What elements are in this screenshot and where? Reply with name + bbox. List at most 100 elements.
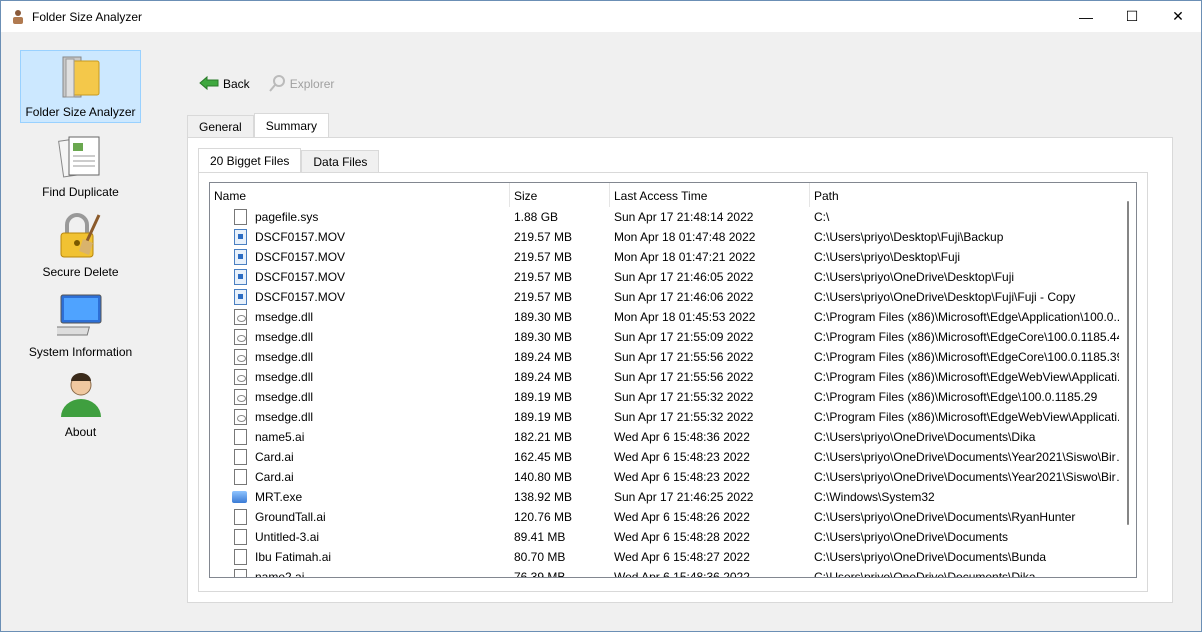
sidebar-item-label: About: [64, 425, 97, 439]
file-path: C:\: [814, 210, 830, 224]
file-path: C:\Program Files (x86)\Microsoft\Edge\10…: [814, 390, 1098, 404]
last-access-time: Sun Apr 17 21:55:32 2022: [614, 390, 754, 404]
file-name: Card.ai: [255, 450, 294, 464]
file-name: pagefile.sys: [255, 210, 319, 224]
table-row[interactable]: msedge.dll 189.24 MB Sun Apr 17 21:55:56 2…: [210, 367, 1136, 387]
file-name-cell: Card.ai: [210, 469, 510, 485]
sidebar-item-folder-size-analyzer[interactable]: Folder Size Analyzer: [20, 50, 141, 123]
file-name: MRT.exe: [255, 490, 303, 504]
window-title: Folder Size Analyzer: [32, 9, 143, 24]
vertical-scrollbar[interactable]: [1119, 183, 1136, 577]
file-name-cell: DSCF0157.MOV: [210, 229, 510, 245]
table-row[interactable]: DSCF0157.MOV 219.57 MB Sun Apr 17 21:46:06…: [210, 287, 1136, 307]
sidebar-item-find-duplicate[interactable]: Find Duplicate: [20, 129, 141, 202]
sidebar-item-label: Folder Size Analyzer: [25, 105, 136, 119]
table-row[interactable]: Untitled-3.ai 89.41 MB Wed Apr 6 15:48:28 …: [210, 527, 1136, 547]
file-size: 189.30 MB: [514, 310, 573, 324]
dll-file-icon: [234, 329, 247, 345]
sidebar-item-secure-delete[interactable]: Secure Delete: [20, 209, 141, 282]
file-name: DSCF0157.MOV: [255, 250, 346, 264]
file-size: 189.30 MB: [514, 330, 573, 344]
table-row[interactable]: name2.ai 76.39 MB Wed Apr 6 15:48:36 2022 C…: [210, 567, 1136, 577]
last-access-time: Sun Apr 17 21:55:56 2022: [614, 370, 754, 384]
file-name-cell: DSCF0157.MOV: [210, 289, 510, 305]
file-name-cell: MRT.exe: [210, 489, 510, 505]
files-list[interactable]: Name Size Last Access Time Path pagefile…: [209, 182, 1137, 578]
file-size: 189.24 MB: [514, 350, 573, 364]
table-row[interactable]: Card.ai 162.45 MB Wed Apr 6 15:48:23 2022 C…: [210, 447, 1136, 467]
last-access-time: Sun Apr 17 21:55:56 2022: [614, 350, 754, 364]
last-access-time: Wed Apr 6 15:48:36 2022: [614, 430, 750, 444]
sidebar-item-system-information[interactable]: System Information: [20, 289, 141, 362]
table-row[interactable]: DSCF0157.MOV 219.57 MB Mon Apr 18 01:47:21…: [210, 247, 1136, 267]
table-row[interactable]: msedge.dll 189.30 MB Mon Apr 18 01:45:53 2…: [210, 307, 1136, 327]
scrollbar-thumb[interactable]: [1127, 201, 1129, 525]
file-name-cell: msedge.dll: [210, 389, 510, 405]
file-size: 80.70 MB: [514, 550, 566, 564]
file-name-cell: GroundTall.ai: [210, 509, 510, 525]
explorer-icon: [268, 74, 286, 95]
dll-file-icon: [234, 349, 247, 365]
sidebar-item-label: Secure Delete: [42, 265, 119, 279]
table-row[interactable]: msedge.dll 189.24 MB Sun Apr 17 21:55:56 2…: [210, 347, 1136, 367]
table-row[interactable]: MRT.exe 138.92 MB Sun Apr 17 21:46:25 2022…: [210, 487, 1136, 507]
file-path: C:\Program Files (x86)\Microsoft\EdgeCor…: [814, 330, 1124, 344]
maximize-icon: ☐: [1125, 8, 1139, 24]
sidebar-item-about[interactable]: About: [20, 369, 141, 442]
table-row[interactable]: GroundTall.ai 120.76 MB Wed Apr 6 15:48:26…: [210, 507, 1136, 527]
file-path: C:\Users\priyo\OneDrive\Desktop\Fuji\Fuj…: [814, 290, 1076, 304]
file-name: DSCF0157.MOV: [255, 290, 346, 304]
table-row[interactable]: Ibu Fatimah.ai 80.70 MB Wed Apr 6 15:48:27…: [210, 547, 1136, 567]
file-path: C:\Users\priyo\OneDrive\Documents\Dika: [814, 570, 1036, 577]
table-row[interactable]: msedge.dll 189.19 MB Sun Apr 17 21:55:32 2…: [210, 407, 1136, 427]
back-button[interactable]: Back: [199, 75, 250, 94]
column-header-name[interactable]: Name: [210, 183, 510, 207]
toolbar: Back Explorer: [199, 72, 334, 96]
close-button[interactable]: ✕: [1155, 1, 1201, 32]
ai-file-icon: [234, 429, 247, 445]
tab-data-files[interactable]: Data Files: [301, 150, 380, 172]
ai-file-icon: [234, 529, 247, 545]
back-arrow-icon: [199, 75, 219, 94]
table-row[interactable]: DSCF0157.MOV 219.57 MB Mon Apr 18 01:47:48…: [210, 227, 1136, 247]
table-row[interactable]: msedge.dll 189.19 MB Sun Apr 17 21:55:32 2…: [210, 387, 1136, 407]
file-name-cell: msedge.dll: [210, 309, 510, 325]
column-header-last-access-time[interactable]: Last Access Time: [610, 183, 810, 207]
app-icon: [10, 9, 26, 25]
mov-file-icon: [234, 229, 247, 245]
table-row[interactable]: pagefile.sys 1.88 GB Sun Apr 17 21:48:14 2…: [210, 207, 1136, 227]
column-header-size[interactable]: Size: [510, 183, 610, 207]
explorer-button[interactable]: Explorer: [268, 74, 335, 95]
dll-file-icon: [234, 309, 247, 325]
file-size: 189.19 MB: [514, 410, 573, 424]
tab-summary[interactable]: Summary: [253, 113, 330, 137]
last-access-time: Wed Apr 6 15:48:27 2022: [614, 550, 750, 564]
file-size: 162.45 MB: [514, 450, 573, 464]
file-name-cell: DSCF0157.MOV: [210, 269, 510, 285]
sidebar-item-label: Find Duplicate: [42, 185, 119, 199]
table-row[interactable]: Card.ai 140.80 MB Wed Apr 6 15:48:23 2022 C…: [210, 467, 1136, 487]
file-size: 1.88 GB: [514, 210, 559, 224]
last-access-time: Mon Apr 18 01:47:48 2022: [614, 230, 756, 244]
ai-file-icon: [234, 509, 247, 525]
mov-file-icon: [234, 289, 247, 305]
file-name-cell: Card.ai: [210, 449, 510, 465]
explorer-label: Explorer: [289, 77, 335, 91]
maximize-button[interactable]: ☐: [1109, 1, 1155, 32]
file-size: 138.92 MB: [514, 490, 573, 504]
table-row[interactable]: name5.ai 182.21 MB Wed Apr 6 15:48:36 2022…: [210, 427, 1136, 447]
minimize-button[interactable]: —: [1063, 1, 1109, 32]
sys-file-icon: [234, 209, 247, 225]
table-row[interactable]: DSCF0157.MOV 219.57 MB Sun Apr 17 21:46:05…: [210, 267, 1136, 287]
last-access-time: Sun Apr 17 21:55:32 2022: [614, 410, 754, 424]
file-path: C:\Program Files (x86)\Microsoft\EdgeCor…: [814, 350, 1124, 364]
file-path: C:\Users\priyo\OneDrive\Desktop\Fuji: [814, 270, 1015, 284]
file-name: msedge.dll: [255, 410, 314, 424]
file-name: msedge.dll: [255, 350, 314, 364]
file-size: 140.80 MB: [514, 470, 573, 484]
tab-general[interactable]: General: [187, 115, 254, 137]
table-row[interactable]: msedge.dll 189.30 MB Sun Apr 17 21:55:09 2…: [210, 327, 1136, 347]
file-name: DSCF0157.MOV: [255, 270, 346, 284]
column-header-path[interactable]: Path: [810, 183, 1132, 207]
tab-20-bigget-files[interactable]: 20 Bigget Files: [198, 148, 302, 172]
